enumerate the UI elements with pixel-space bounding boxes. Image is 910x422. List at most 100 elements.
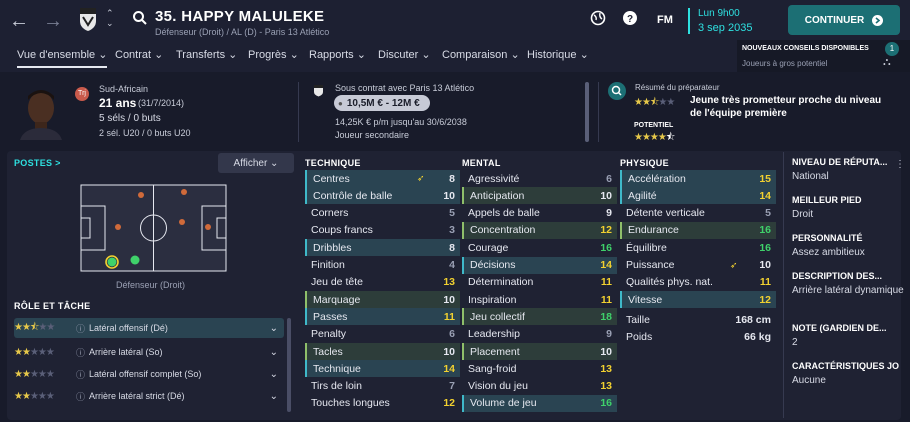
birth-date: (31/7/2014) xyxy=(138,98,185,108)
attr-value: 12 xyxy=(443,397,455,410)
attr-row[interactable]: Corners 5 xyxy=(305,205,460,222)
squad-role: Joueur secondaire xyxy=(335,130,410,140)
attr-row[interactable]: Endurance 16 xyxy=(620,221,776,239)
attr-row[interactable]: Vision du jeu 13 xyxy=(462,378,617,395)
info-icon[interactable]: ⓘ xyxy=(76,368,85,381)
attr-row[interactable]: Inspiration 11 xyxy=(462,291,617,308)
chevron-down-icon[interactable]: ⌄ xyxy=(270,323,278,334)
attr-row[interactable]: Jeu de tête 13 xyxy=(305,274,460,291)
attr-row[interactable]: Concentration 12 xyxy=(462,221,617,239)
side-item[interactable]: NIVEAU DE RÉPUTA... National ⋮ xyxy=(792,157,905,195)
info-icon[interactable]: ⓘ xyxy=(76,322,85,335)
menu-transfers[interactable]: Transferts ⌄ xyxy=(176,48,237,68)
chevron-down-icon[interactable]: ⌄ xyxy=(270,369,278,380)
attr-row[interactable]: Touches longues 12 xyxy=(305,395,460,412)
transfer-value[interactable]: ● 10,5M € - 12M € xyxy=(334,95,430,111)
scrollbar[interactable] xyxy=(585,82,589,142)
chevron-down-icon[interactable]: ⌄ xyxy=(270,347,278,358)
position-dot xyxy=(115,224,121,230)
attr-row[interactable]: Marquage 10 xyxy=(305,291,460,309)
mental-list: Agressivité 6 Anticipation 10 Appels de ba… xyxy=(462,170,617,415)
attr-row[interactable]: Puissance ➶ 10 xyxy=(620,257,776,274)
attr-row[interactable]: Décisions 14 xyxy=(462,256,617,274)
attr-value: 9 xyxy=(606,328,612,341)
attr-name: Jeu collectif xyxy=(470,310,525,323)
national-caps: 5 séls / 0 buts xyxy=(99,113,161,124)
potential-label: POTENTIEL xyxy=(634,122,674,129)
role-item[interactable]: ★★★★★ ⓘ Arrière latéral strict (Dé) ⌄ xyxy=(14,386,284,406)
scout-search-icon[interactable] xyxy=(608,82,626,100)
attr-row[interactable]: Accélération 15 xyxy=(620,170,776,187)
attr-value: 4 xyxy=(449,259,455,271)
forward-arrow-icon[interactable]: → xyxy=(42,10,64,32)
wage: 14,25K € p/m jusqu'au 30/6/2038 xyxy=(335,117,467,127)
attr-row[interactable]: Coups francs 3 xyxy=(305,222,460,239)
attr-name: Détermination xyxy=(468,276,534,289)
notification-panel[interactable]: NOUVEAUX CONSEILS DISPONIBLES Joueurs à … xyxy=(737,40,910,72)
back-arrow-icon[interactable]: ← xyxy=(8,10,30,32)
position-dot xyxy=(179,219,185,225)
attr-row[interactable]: Détermination 11 xyxy=(462,274,617,291)
role-item[interactable]: ★★★★★ ⓘ Arrière latéral (So) ⌄ xyxy=(14,342,284,362)
attr-row[interactable]: Agressivité 6 xyxy=(462,170,617,187)
attr-row[interactable]: Équilibre 16 xyxy=(620,239,776,256)
position-badge: Trj xyxy=(75,87,89,101)
menu-discuss[interactable]: Discuter ⌄ xyxy=(378,48,431,68)
attr-row[interactable]: Appels de balle 9 xyxy=(462,205,617,222)
menu-history[interactable]: Historique ⌄ xyxy=(527,48,589,68)
roles-scrollbar[interactable] xyxy=(287,318,291,412)
info-icon[interactable]: ⓘ xyxy=(76,390,85,403)
attr-row[interactable]: Passes 11 xyxy=(305,308,460,326)
attr-value: 10 xyxy=(759,259,771,271)
attr-row[interactable]: Sang-froid 13 xyxy=(462,360,617,377)
continue-button[interactable]: CONTINUER xyxy=(788,5,900,35)
attr-row[interactable]: Agilité 14 xyxy=(620,187,776,205)
attr-row[interactable]: Centres ➶ 8 xyxy=(305,170,460,187)
fm-menu-button[interactable]: FM xyxy=(657,14,673,26)
info-icon[interactable]: ⓘ xyxy=(76,346,85,359)
chevron-down-icon[interactable]: ⌄ xyxy=(270,391,278,402)
nationality: Sud-Africain xyxy=(99,84,149,94)
menu-reports[interactable]: Rapports ⌄ xyxy=(309,48,366,68)
attr-row[interactable]: Contrôle de balle 10 xyxy=(305,187,460,205)
transfer-value-text: 10,5M € - 12M € xyxy=(346,97,420,109)
attr-row[interactable]: Tirs de loin 7 xyxy=(305,378,460,395)
attr-row[interactable]: Placement 10 xyxy=(462,343,617,360)
attr-row[interactable]: Volume de jeu 16 xyxy=(462,394,617,412)
attr-value: 14 xyxy=(759,189,771,202)
club-crest-icon[interactable] xyxy=(78,6,98,32)
menu-progress[interactable]: Progrès ⌄ xyxy=(248,48,299,68)
world-icon[interactable] xyxy=(590,10,606,31)
player-switch-chevrons-icon[interactable]: ⌃ ⌄ xyxy=(106,8,114,28)
roles-header: RÔLE ET TÂCHE xyxy=(14,301,91,311)
attr-row[interactable]: Anticipation 10 xyxy=(462,187,617,205)
positions-header[interactable]: POSTES > xyxy=(14,158,61,168)
menu-contract[interactable]: Contrat ⌄ xyxy=(115,48,163,68)
attr-row[interactable]: Leadership 9 xyxy=(462,326,617,343)
role-item[interactable]: ★★★★★ ⓘ Latéral offensif complet (So) ⌄ xyxy=(14,364,284,384)
search-icon[interactable] xyxy=(132,10,148,30)
attr-row[interactable]: Qualités phys. nat. 11 xyxy=(620,274,776,291)
attr-row[interactable]: Jeu collectif 18 xyxy=(462,308,617,326)
attr-row[interactable]: Penalty 6 xyxy=(305,326,460,343)
side-item-header: NIVEAU DE RÉPUTA... xyxy=(792,157,888,167)
attr-row[interactable]: Détente verticale 5 xyxy=(620,205,776,222)
attr-row[interactable]: Courage 16 xyxy=(462,239,617,256)
attr-row[interactable]: Tacles 10 xyxy=(305,343,460,360)
side-item-value: Arrière latéral dynamique xyxy=(792,285,904,296)
help-icon[interactable]: ? xyxy=(622,10,638,31)
attr-name: Technique xyxy=(313,362,361,375)
attr-row[interactable]: Technique 14 xyxy=(305,360,460,378)
show-dropdown[interactable]: Afficher ⌄ xyxy=(218,153,294,173)
attr-row[interactable]: Finition 4 xyxy=(305,257,460,274)
attr-name: Agilité xyxy=(628,189,657,202)
menu-overview[interactable]: Vue d'ensemble ⌄ xyxy=(17,48,108,68)
more-options-icon[interactable]: ⋮ xyxy=(895,159,905,170)
side-item: CARACTÉRISTIQUES JO Aucune xyxy=(792,361,905,399)
attr-row[interactable]: Dribbles 8 xyxy=(305,239,460,257)
side-item-value: Droit xyxy=(792,209,814,220)
attr-row[interactable]: Vitesse 12 xyxy=(620,291,776,309)
menu-comparison[interactable]: Comparaison ⌄ xyxy=(442,48,520,68)
role-item[interactable]: ★★⯪★★ ⓘ Latéral offensif (Dé) ⌄ xyxy=(14,318,284,338)
attr-value: 6 xyxy=(606,172,612,185)
